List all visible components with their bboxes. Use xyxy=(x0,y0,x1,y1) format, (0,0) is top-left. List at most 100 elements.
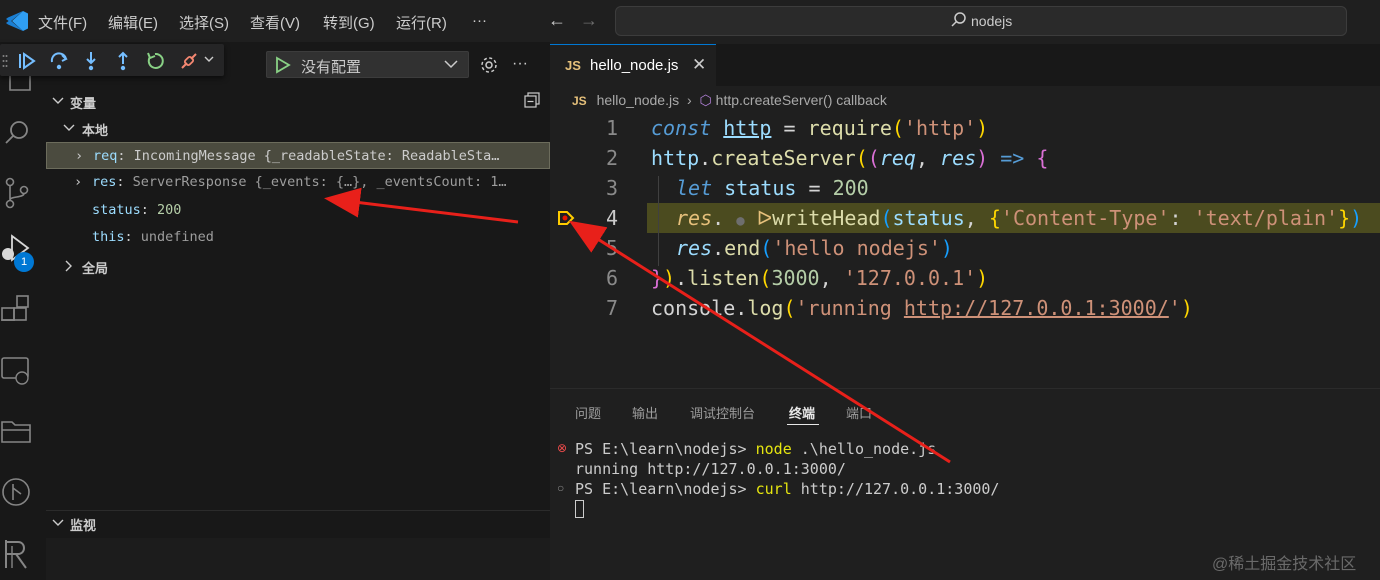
variable-value: undefined xyxy=(140,229,214,245)
chevron-down-icon[interactable] xyxy=(52,518,64,528)
git-graph-icon[interactable] xyxy=(0,474,46,514)
error-circle-icon: ⊗ xyxy=(557,441,568,455)
more-actions-icon[interactable]: ··· xyxy=(512,55,528,73)
menu-view[interactable]: 查看(V) xyxy=(250,12,300,33)
line-number: 5 xyxy=(605,236,618,260)
continue-icon[interactable] xyxy=(16,50,38,72)
terminal-prompt: PS E:\learn\nodejs> xyxy=(575,440,756,458)
chevron-right-icon[interactable]: › xyxy=(75,143,83,168)
debug-toolbar xyxy=(0,44,224,76)
variable-value: IncomingMessage {_readableState: Readabl… xyxy=(133,148,500,164)
launch-config-label: 没有配置 xyxy=(301,59,362,76)
chevron-right-icon: › xyxy=(686,92,692,108)
launch-config-select[interactable]: 没有配置 xyxy=(266,51,469,78)
variable-value: ServerResponse {_events: {…}, _eventsCou… xyxy=(132,174,507,190)
variable-row-req[interactable]: › req: IncomingMessage {_readableState: … xyxy=(46,142,550,169)
watermark: @稀土掘金技术社区 xyxy=(1212,556,1357,573)
extensions-icon[interactable] xyxy=(0,292,46,332)
breadcrumb-symbol[interactable]: http.createServer() callback xyxy=(716,92,887,108)
variable-name: req xyxy=(93,148,118,164)
watch-section-title[interactable]: 监视 xyxy=(70,515,96,534)
line-number: 4 xyxy=(605,206,618,230)
start-debugging-icon[interactable] xyxy=(275,56,291,74)
cube-icon: ⬡ xyxy=(699,92,712,108)
line-number: 7 xyxy=(605,296,618,320)
line-number: 6 xyxy=(605,266,618,290)
title-bar: 文件(F) 编辑(E) 选择(S) 查看(V) 转到(G) 运行(R) ··· … xyxy=(0,0,1380,42)
menu-goto[interactable]: 转到(G) xyxy=(323,12,375,33)
terminal-cursor[interactable] xyxy=(575,500,584,518)
search-icon xyxy=(951,12,966,27)
code-line-2[interactable]: http.createServer((req, res) => { xyxy=(651,146,1048,170)
editor-tab-bar: JS hello_node.js ✕ xyxy=(550,44,1380,86)
menu-more[interactable]: ··· xyxy=(472,12,487,29)
variable-value: 200 xyxy=(157,202,182,218)
command-center-search[interactable]: nodejs xyxy=(615,6,1347,36)
tab-output[interactable]: 输出 xyxy=(632,403,658,422)
global-scope-title[interactable]: 全局 xyxy=(82,258,108,277)
remote-icon[interactable] xyxy=(0,534,46,574)
tab-hello-node[interactable]: JS hello_node.js ✕ xyxy=(550,44,716,86)
breakpoint-paused-icon[interactable] xyxy=(557,210,575,226)
step-into-icon[interactable] xyxy=(80,50,102,72)
close-icon[interactable]: ✕ xyxy=(692,55,706,75)
forward-arrow-icon[interactable]: → xyxy=(580,10,598,31)
code-line-7[interactable]: console.log('running http://127.0.0.1:30… xyxy=(651,296,1193,320)
gear-icon[interactable] xyxy=(479,55,499,75)
variable-name: status xyxy=(92,202,141,218)
tab-problems[interactable]: 问题 xyxy=(575,403,601,422)
chevron-right-icon[interactable]: › xyxy=(74,169,82,196)
chevron-right-icon[interactable] xyxy=(64,260,74,272)
search-view-icon[interactable] xyxy=(0,112,46,152)
breadcrumb-file[interactable]: hello_node.js xyxy=(597,92,680,108)
back-arrow-icon[interactable]: ← xyxy=(548,10,566,31)
terminal-args: http://127.0.0.1:3000/ xyxy=(791,480,1000,498)
vscode-logo-icon xyxy=(6,11,28,31)
disconnect-icon[interactable] xyxy=(178,50,200,72)
section-divider xyxy=(46,510,550,511)
js-file-icon: JS xyxy=(565,58,581,73)
variable-row-res[interactable]: › res: ServerResponse {_events: {…}, _ev… xyxy=(46,169,550,196)
tab-terminal[interactable]: 终端 xyxy=(789,403,815,422)
debug-sidebar xyxy=(46,42,550,580)
search-label: nodejs xyxy=(971,13,1013,29)
source-control-icon[interactable] xyxy=(0,172,46,212)
chevron-down-icon[interactable] xyxy=(204,56,214,64)
local-scope-title[interactable]: 本地 xyxy=(82,120,108,139)
active-tab-indicator xyxy=(787,424,819,425)
terminal-prompt: PS E:\learn\nodejs> xyxy=(575,480,756,498)
menu-file[interactable]: 文件(F) xyxy=(38,12,87,33)
variable-row-this[interactable]: this: undefined xyxy=(46,224,550,251)
variable-name: res xyxy=(92,174,117,190)
remote-explorer-icon[interactable] xyxy=(0,352,46,392)
menu-selection[interactable]: 选择(S) xyxy=(179,12,229,33)
code-line-1[interactable]: const http = require('http') xyxy=(651,116,988,140)
chevron-down-icon[interactable] xyxy=(52,96,64,106)
folder-icon[interactable] xyxy=(0,412,46,452)
line-number: 3 xyxy=(605,176,618,200)
tab-ports[interactable]: 端口 xyxy=(846,403,872,422)
breadcrumb: JS hello_node.js › ⬡ http.createServer()… xyxy=(572,92,887,109)
terminal-command: curl xyxy=(755,480,792,498)
terminal-command: node xyxy=(755,440,792,458)
code-line-3[interactable]: let status = 200 xyxy=(676,176,869,200)
code-line-4[interactable]: res. ● ᐅwriteHead(status, {'Content-Type… xyxy=(676,206,1362,230)
code-line-6[interactable]: }).listen(3000, '127.0.0.1') xyxy=(651,266,988,290)
restart-icon[interactable] xyxy=(144,50,166,72)
debug-badge: 1 xyxy=(14,252,34,272)
step-over-icon[interactable] xyxy=(48,50,70,72)
tab-debug-console[interactable]: 调试控制台 xyxy=(690,403,755,422)
line-number: 1 xyxy=(605,116,618,140)
terminal-line: PS E:\learn\nodejs> node .\hello_node.js xyxy=(575,440,936,458)
code-line-5[interactable]: res.end('hello nodejs') xyxy=(676,236,953,260)
js-file-icon: JS xyxy=(572,94,587,108)
variable-row-status[interactable]: status: 200 xyxy=(46,197,550,224)
variables-section-title[interactable]: 变量 xyxy=(70,93,96,112)
chevron-down-icon xyxy=(444,60,458,69)
chevron-down-icon[interactable] xyxy=(63,123,75,133)
drag-handle-icon[interactable] xyxy=(2,54,8,68)
step-out-icon[interactable] xyxy=(112,50,134,72)
collapse-all-icon[interactable] xyxy=(524,92,540,108)
menu-edit[interactable]: 编辑(E) xyxy=(108,12,158,33)
menu-run[interactable]: 运行(R) xyxy=(396,12,447,33)
